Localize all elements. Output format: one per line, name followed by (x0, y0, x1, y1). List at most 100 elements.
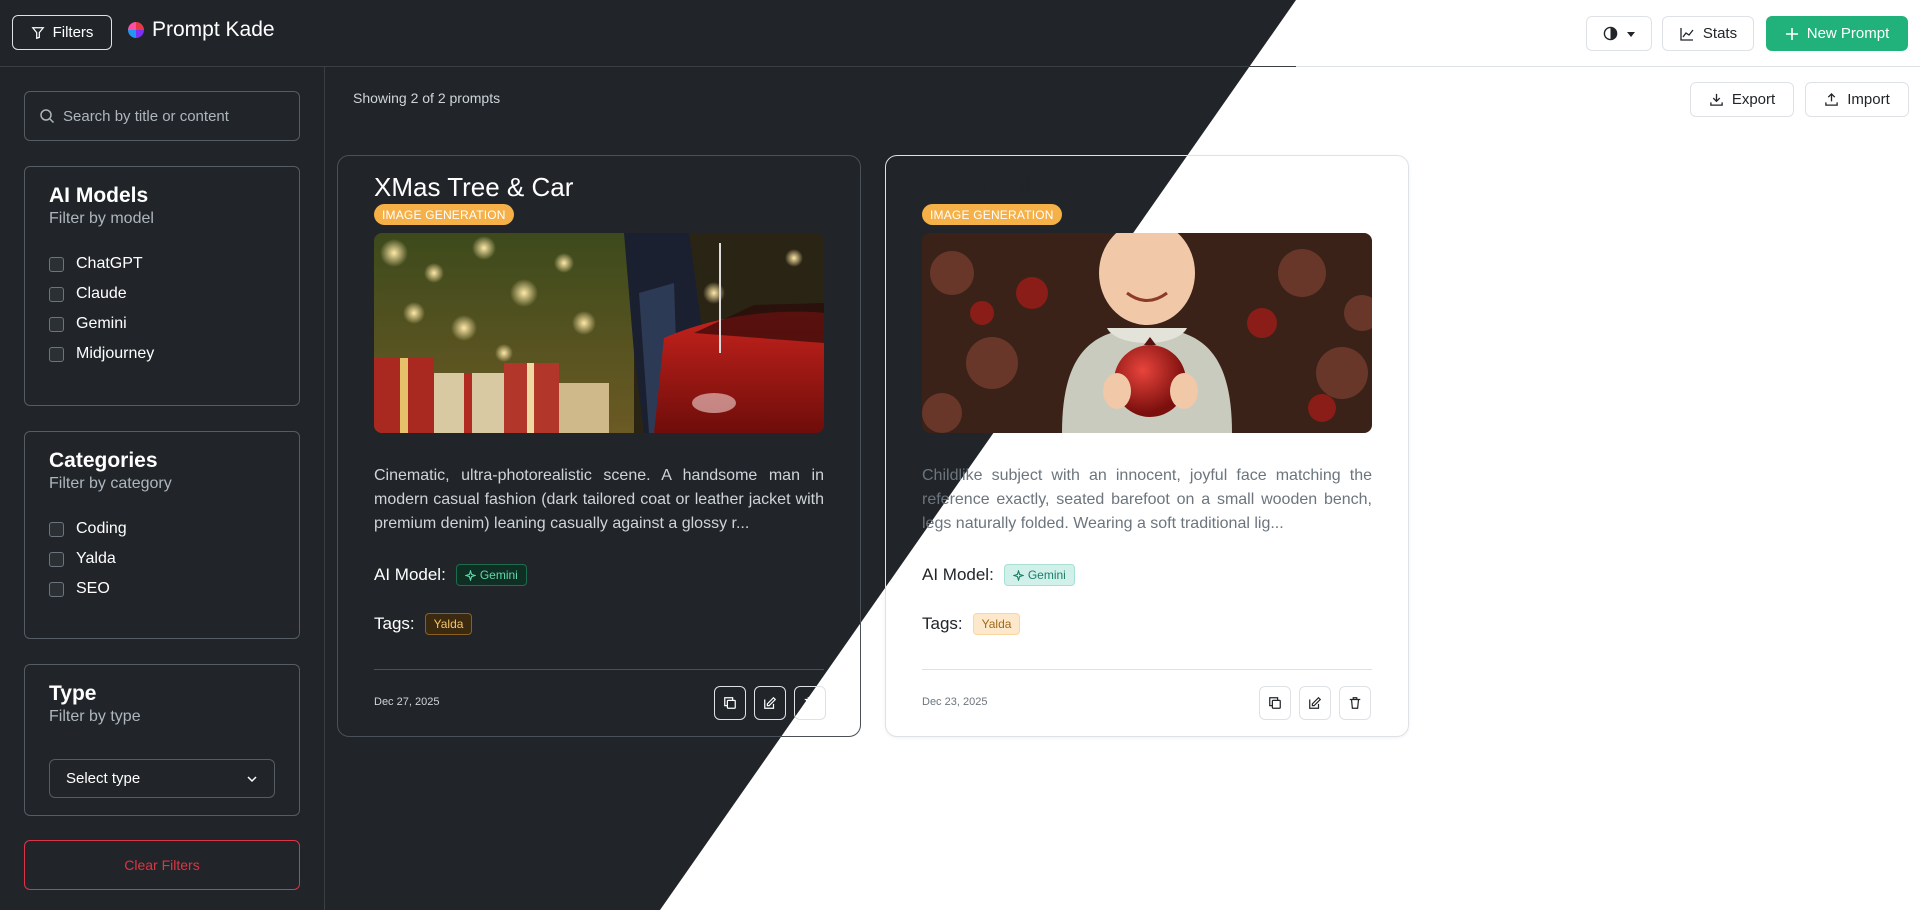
select-value: Select type (66, 770, 141, 787)
tags-row: Tags: Yalda (374, 613, 473, 635)
chart-line-icon (1680, 27, 1694, 41)
import-button[interactable]: Import (1805, 82, 1909, 117)
checkbox[interactable] (49, 316, 64, 332)
checkbox-gemini[interactable]: Gemini (49, 315, 275, 333)
export-button[interactable]: Export (1690, 82, 1794, 117)
checkbox-seo[interactable]: SEO (49, 580, 275, 598)
type-badge: IMAGE GENERATION (374, 204, 514, 225)
checkbox-chatgpt[interactable]: ChatGPT (49, 255, 275, 273)
tag-badge[interactable]: Yalda (424, 613, 473, 635)
search-icon (40, 109, 55, 124)
upload-icon (1825, 92, 1839, 106)
edit-icon (1309, 696, 1322, 709)
edit-button[interactable] (1299, 686, 1331, 720)
type-select[interactable]: Select type (49, 759, 275, 798)
delete-button[interactable] (1339, 686, 1371, 720)
clear-filters-button[interactable]: Clear Filters (24, 840, 300, 890)
new-prompt-label: New Prompt (1806, 25, 1890, 42)
tags-row: Tags: Yalda (922, 613, 1021, 635)
prompt-card[interactable]: Yalda Baby IMAGE GENERATION Childlike su… (885, 155, 1409, 737)
sparkle-icon (464, 569, 476, 581)
copy-button[interactable] (714, 686, 746, 720)
copy-button[interactable] (1259, 686, 1291, 720)
sparkle-icon (1012, 569, 1024, 581)
card-title: Yalda Baby (922, 172, 1054, 202)
panel-subtitle: Filter by category (49, 475, 172, 492)
import-label: Import (1847, 91, 1890, 108)
checkbox-label: ChatGPT (76, 255, 143, 272)
ai-model-row: AI Model: Gemini (922, 564, 1075, 586)
ai-model-row: AI Model: Gemini (374, 564, 527, 586)
search-placeholder: Search by title or content (63, 107, 229, 125)
filter-icon (31, 26, 45, 39)
filters-button[interactable]: Filters (12, 15, 112, 50)
panel-title: Categories (49, 449, 158, 472)
checkbox[interactable] (49, 551, 64, 567)
checkbox-label: Coding (76, 520, 127, 537)
delete-button[interactable] (794, 686, 826, 720)
checkbox-label: SEO (76, 580, 110, 597)
card-image-xmas-car[interactable] (374, 233, 824, 433)
download-icon (1710, 93, 1723, 106)
checkbox[interactable] (49, 286, 64, 302)
categories-panel: Categories Filter by category Coding Yal… (24, 431, 300, 639)
brand-name: Prompt Kade (152, 18, 275, 41)
panel-title: AI Models (49, 184, 149, 207)
checkbox-coding[interactable]: Coding (49, 520, 275, 538)
ai-model-label: AI Model: (374, 565, 446, 584)
brand[interactable]: Prompt Kade (128, 18, 275, 42)
card-description: Childlike subject with an innocent, joyf… (922, 467, 1372, 532)
copy-icon (1269, 697, 1281, 709)
plus-icon (1785, 27, 1798, 40)
export-label: Export (1731, 91, 1776, 108)
new-prompt-button[interactable]: New Prompt (1766, 16, 1908, 51)
model-badge: Gemini (1003, 564, 1075, 586)
theme-toggle-button[interactable] (1586, 16, 1652, 51)
copy-icon (724, 697, 736, 709)
checkbox-label: Claude (76, 285, 127, 302)
card-description: Cinematic, ultra-photorealistic scene. A… (374, 467, 824, 532)
stats-label: Stats (1702, 25, 1738, 42)
checkbox-yalda[interactable]: Yalda (49, 550, 275, 568)
card-divider (922, 669, 1372, 670)
checkbox-claude[interactable]: Claude (49, 285, 275, 303)
model-badge-label: Gemini (1027, 568, 1066, 582)
model-badge: Gemini (455, 564, 527, 586)
sidebar-divider (324, 67, 325, 910)
panel-title: Type (49, 682, 97, 705)
tag-badge[interactable]: Yalda (972, 613, 1021, 635)
brand-logo (128, 22, 144, 38)
navbar-divider (1296, 66, 1920, 67)
ai-models-panel: AI Models Filter by model ChatGPT Claude… (24, 166, 300, 406)
search-input[interactable]: Search by title or content (24, 91, 300, 141)
stats-button[interactable]: Stats (1662, 16, 1754, 51)
card-title: XMas Tree & Car (374, 172, 574, 202)
panel-subtitle: Filter by model (49, 210, 154, 227)
panel-subtitle: Filter by type (49, 708, 141, 725)
prompt-card[interactable]: XMas Tree & Car IMAGE GENERATION Cinemat… (337, 155, 861, 737)
checkbox[interactable] (49, 581, 64, 597)
checkbox-label: Yalda (76, 550, 116, 567)
caret-down-icon (1626, 31, 1635, 37)
trash-icon (1349, 697, 1361, 709)
tags-label: Tags: (374, 614, 415, 633)
theme-contrast-icon (1603, 26, 1617, 41)
model-badge-label: Gemini (479, 568, 518, 582)
checkbox-midjourney[interactable]: Midjourney (49, 345, 275, 363)
tags-label: Tags: (922, 614, 963, 633)
edit-button[interactable] (754, 686, 786, 720)
type-badge: IMAGE GENERATION (922, 204, 1062, 225)
chevron-down-icon (247, 775, 257, 782)
filters-label: Filters (52, 24, 94, 41)
checkbox-label: Gemini (76, 315, 127, 332)
card-image-yalda-baby[interactable] (922, 233, 1372, 433)
card-date: Dec 23, 2025 (922, 696, 988, 708)
checkbox[interactable] (49, 256, 64, 272)
type-panel: Type Filter by type Select type (24, 664, 300, 816)
checkbox[interactable] (49, 521, 64, 537)
checkbox-label: Midjourney (76, 345, 155, 362)
trash-icon (804, 697, 816, 709)
checkbox[interactable] (49, 346, 64, 362)
edit-icon (764, 696, 777, 709)
card-divider (374, 669, 824, 670)
